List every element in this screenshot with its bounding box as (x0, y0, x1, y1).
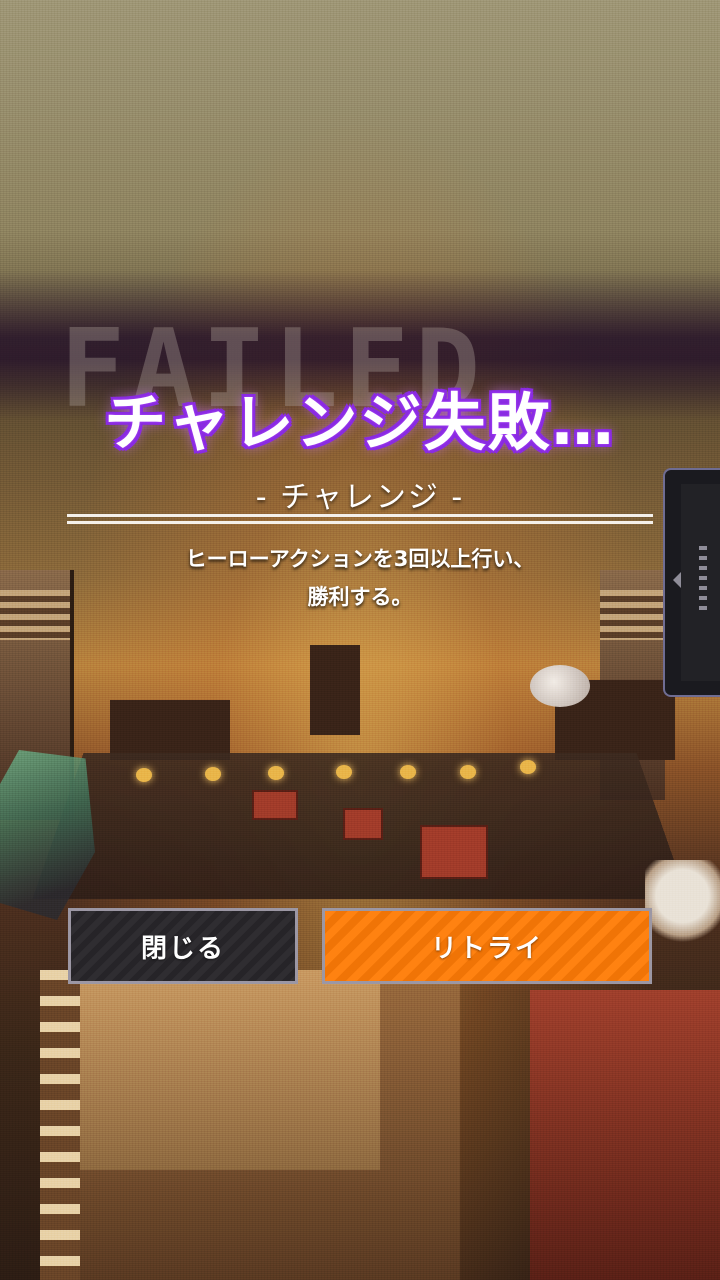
chevron-left-icon (673, 572, 681, 588)
retry-button-label: リトライ (430, 933, 543, 964)
grip-dots-icon (699, 546, 707, 616)
result-title: チャレンジ失敗… (104, 386, 616, 459)
description-line-1: ヒーローアクションを3回以上行い、 (185, 547, 535, 571)
divider-top (67, 514, 653, 517)
challenge-subtitle: - チャレンジ - (255, 480, 465, 515)
game-scene-background (0, 0, 720, 1280)
side-drawer-handle[interactable] (663, 468, 720, 697)
challenge-description: ヒーローアクションを3回以上行い、 勝利する。 (0, 540, 720, 616)
divider-bottom (67, 521, 653, 524)
retry-button[interactable]: リトライ (322, 908, 652, 984)
close-button[interactable]: 閉じる (68, 908, 298, 984)
description-line-2: 勝利する。 (307, 585, 413, 609)
close-button-label: 閉じる (140, 933, 225, 964)
